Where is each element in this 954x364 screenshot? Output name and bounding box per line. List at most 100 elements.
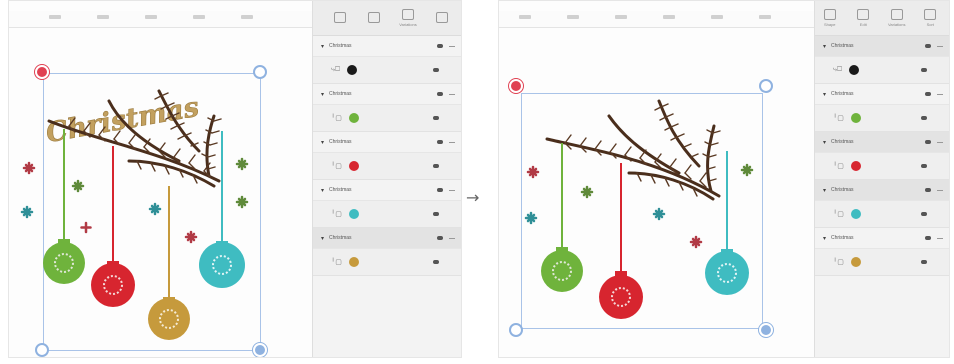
layer-row[interactable]: ╵▢ [815, 152, 949, 179]
layers-toolbar: Variations [313, 1, 461, 36]
eye-icon[interactable] [925, 92, 931, 96]
ornament-teal [705, 249, 749, 295]
chevron-down-icon[interactable]: ▾ [823, 235, 826, 242]
layer-group-selected[interactable]: ▾ Christmas ╵▢ [815, 180, 949, 228]
ornament-green [43, 239, 85, 284]
eye-icon[interactable] [437, 44, 443, 48]
eye-icon[interactable] [921, 68, 927, 72]
layer-group[interactable]: ▾ Christmas ╵▢ [815, 84, 949, 132]
eye-icon[interactable] [921, 164, 927, 168]
layer-name: Christmas [329, 187, 352, 193]
eye-icon[interactable] [925, 188, 931, 192]
layer-group-selected[interactable]: ▾ Christmas ╵▢ [815, 132, 949, 180]
layer-name: Christmas [831, 235, 854, 241]
color-chip[interactable] [348, 113, 359, 123]
shape-button[interactable]: Shape [815, 4, 845, 32]
more-icon[interactable] [937, 189, 943, 191]
more-icon[interactable] [449, 45, 455, 47]
eye-icon[interactable] [921, 260, 927, 264]
chevron-down-icon[interactable]: ▾ [823, 139, 826, 146]
sort-icon [436, 11, 448, 23]
layer-name: Christmas [329, 139, 352, 145]
toolbar-button-2[interactable] [359, 4, 389, 32]
layer-row[interactable]: ⤷▢ [815, 56, 949, 83]
more-icon[interactable] [937, 93, 943, 95]
layer-group[interactable]: ▾ Christmas ╵▢ [313, 180, 461, 228]
eye-icon[interactable] [921, 212, 927, 216]
variations-button[interactable]: Variations [882, 4, 912, 32]
eye-icon[interactable] [437, 140, 443, 144]
eye-icon[interactable] [433, 212, 439, 216]
toolbar-button-4[interactable] [427, 4, 457, 32]
more-icon[interactable] [937, 237, 943, 239]
chevron-down-icon[interactable]: ▾ [321, 235, 324, 242]
more-icon[interactable] [937, 141, 943, 143]
layers-panel: Variations ▾ Christmas ⤷▢ ▾ Christmas ╵▢ ▾… [312, 1, 461, 357]
layer-type-icon: ╵▢ [331, 163, 342, 170]
eye-icon[interactable] [437, 236, 443, 240]
chevron-down-icon[interactable]: ▾ [823, 91, 826, 98]
layer-type-icon: ╵▢ [833, 259, 844, 266]
chevron-down-icon[interactable]: ▾ [321, 43, 324, 50]
eye-icon[interactable] [925, 236, 931, 240]
more-icon[interactable] [937, 45, 943, 47]
chevron-down-icon[interactable]: ▾ [321, 91, 324, 98]
layer-group[interactable]: ▾ Christmas ╵▢ [815, 228, 949, 276]
color-chip[interactable] [850, 209, 861, 219]
eye-icon[interactable] [433, 116, 439, 120]
more-icon[interactable] [449, 93, 455, 95]
chevron-down-icon[interactable]: ▾ [823, 43, 826, 50]
color-chip[interactable] [850, 161, 861, 171]
chevron-down-icon[interactable]: ▾ [823, 187, 826, 194]
chevron-down-icon[interactable]: ▾ [321, 139, 324, 146]
edit-button[interactable]: Edit [849, 4, 879, 32]
color-chip[interactable] [849, 65, 860, 75]
layer-row[interactable]: ╵▢ [313, 200, 461, 227]
layer-row[interactable]: ╵▢ [313, 104, 461, 131]
eye-icon[interactable] [925, 140, 931, 144]
layer-row[interactable]: ╵▢ [815, 200, 949, 227]
canvas-area[interactable] [499, 1, 815, 357]
eye-icon[interactable] [921, 116, 927, 120]
ornament-gold [148, 297, 190, 340]
eye-icon[interactable] [433, 164, 439, 168]
more-icon[interactable] [449, 141, 455, 143]
color-chip[interactable] [348, 257, 359, 267]
color-chip[interactable] [850, 257, 861, 267]
layer-row[interactable]: ╵▢ [313, 248, 461, 275]
sort-button[interactable]: Sort [916, 4, 946, 32]
color-chip[interactable] [347, 65, 358, 75]
toolbar-button-1[interactable] [325, 4, 355, 32]
eye-icon[interactable] [433, 260, 439, 264]
layer-row[interactable]: ╵▢ [313, 152, 461, 179]
color-chip[interactable] [850, 113, 861, 123]
eye-icon[interactable] [433, 68, 439, 72]
toolbar-button-3[interactable]: Variations [393, 4, 423, 32]
layer-group[interactable]: ▾ Christmas ⤷▢ [313, 36, 461, 84]
more-icon[interactable] [449, 237, 455, 239]
eye-icon[interactable] [437, 188, 443, 192]
eye-icon[interactable] [437, 92, 443, 96]
design-canvas-before: Christmas Variations ▾ Christmas ⤷▢ ▾ Ch… [8, 0, 462, 358]
color-chip[interactable] [348, 209, 359, 219]
layer-row[interactable]: ╵▢ [815, 248, 949, 275]
layer-row[interactable]: ⤷▢ [313, 56, 461, 83]
group-icon [334, 11, 346, 23]
layer-row[interactable]: ╵▢ [815, 104, 949, 131]
layer-group[interactable]: ▾ Christmas ╵▢ [313, 84, 461, 132]
layer-type-icon: ╵▢ [331, 259, 342, 266]
eye-icon[interactable] [925, 44, 931, 48]
layer-group-selected[interactable]: ▾ Christmas ⤷▢ [815, 36, 949, 84]
layer-group-selected[interactable]: ▾ Christmas ╵▢ [313, 228, 461, 276]
canvas-area[interactable]: Christmas [9, 1, 313, 357]
chevron-down-icon[interactable]: ▾ [321, 187, 324, 194]
layer-name: Christmas [831, 187, 854, 193]
layer-group[interactable]: ▾ Christmas ╵▢ [313, 132, 461, 180]
sort-icon [924, 9, 937, 20]
more-icon[interactable] [449, 189, 455, 191]
layer-name: Christmas [831, 139, 854, 145]
layer-type-icon: ⤷▢ [331, 66, 341, 73]
color-chip[interactable] [348, 161, 359, 171]
layer-name: Christmas [329, 235, 352, 241]
ungroup-icon [368, 11, 380, 23]
